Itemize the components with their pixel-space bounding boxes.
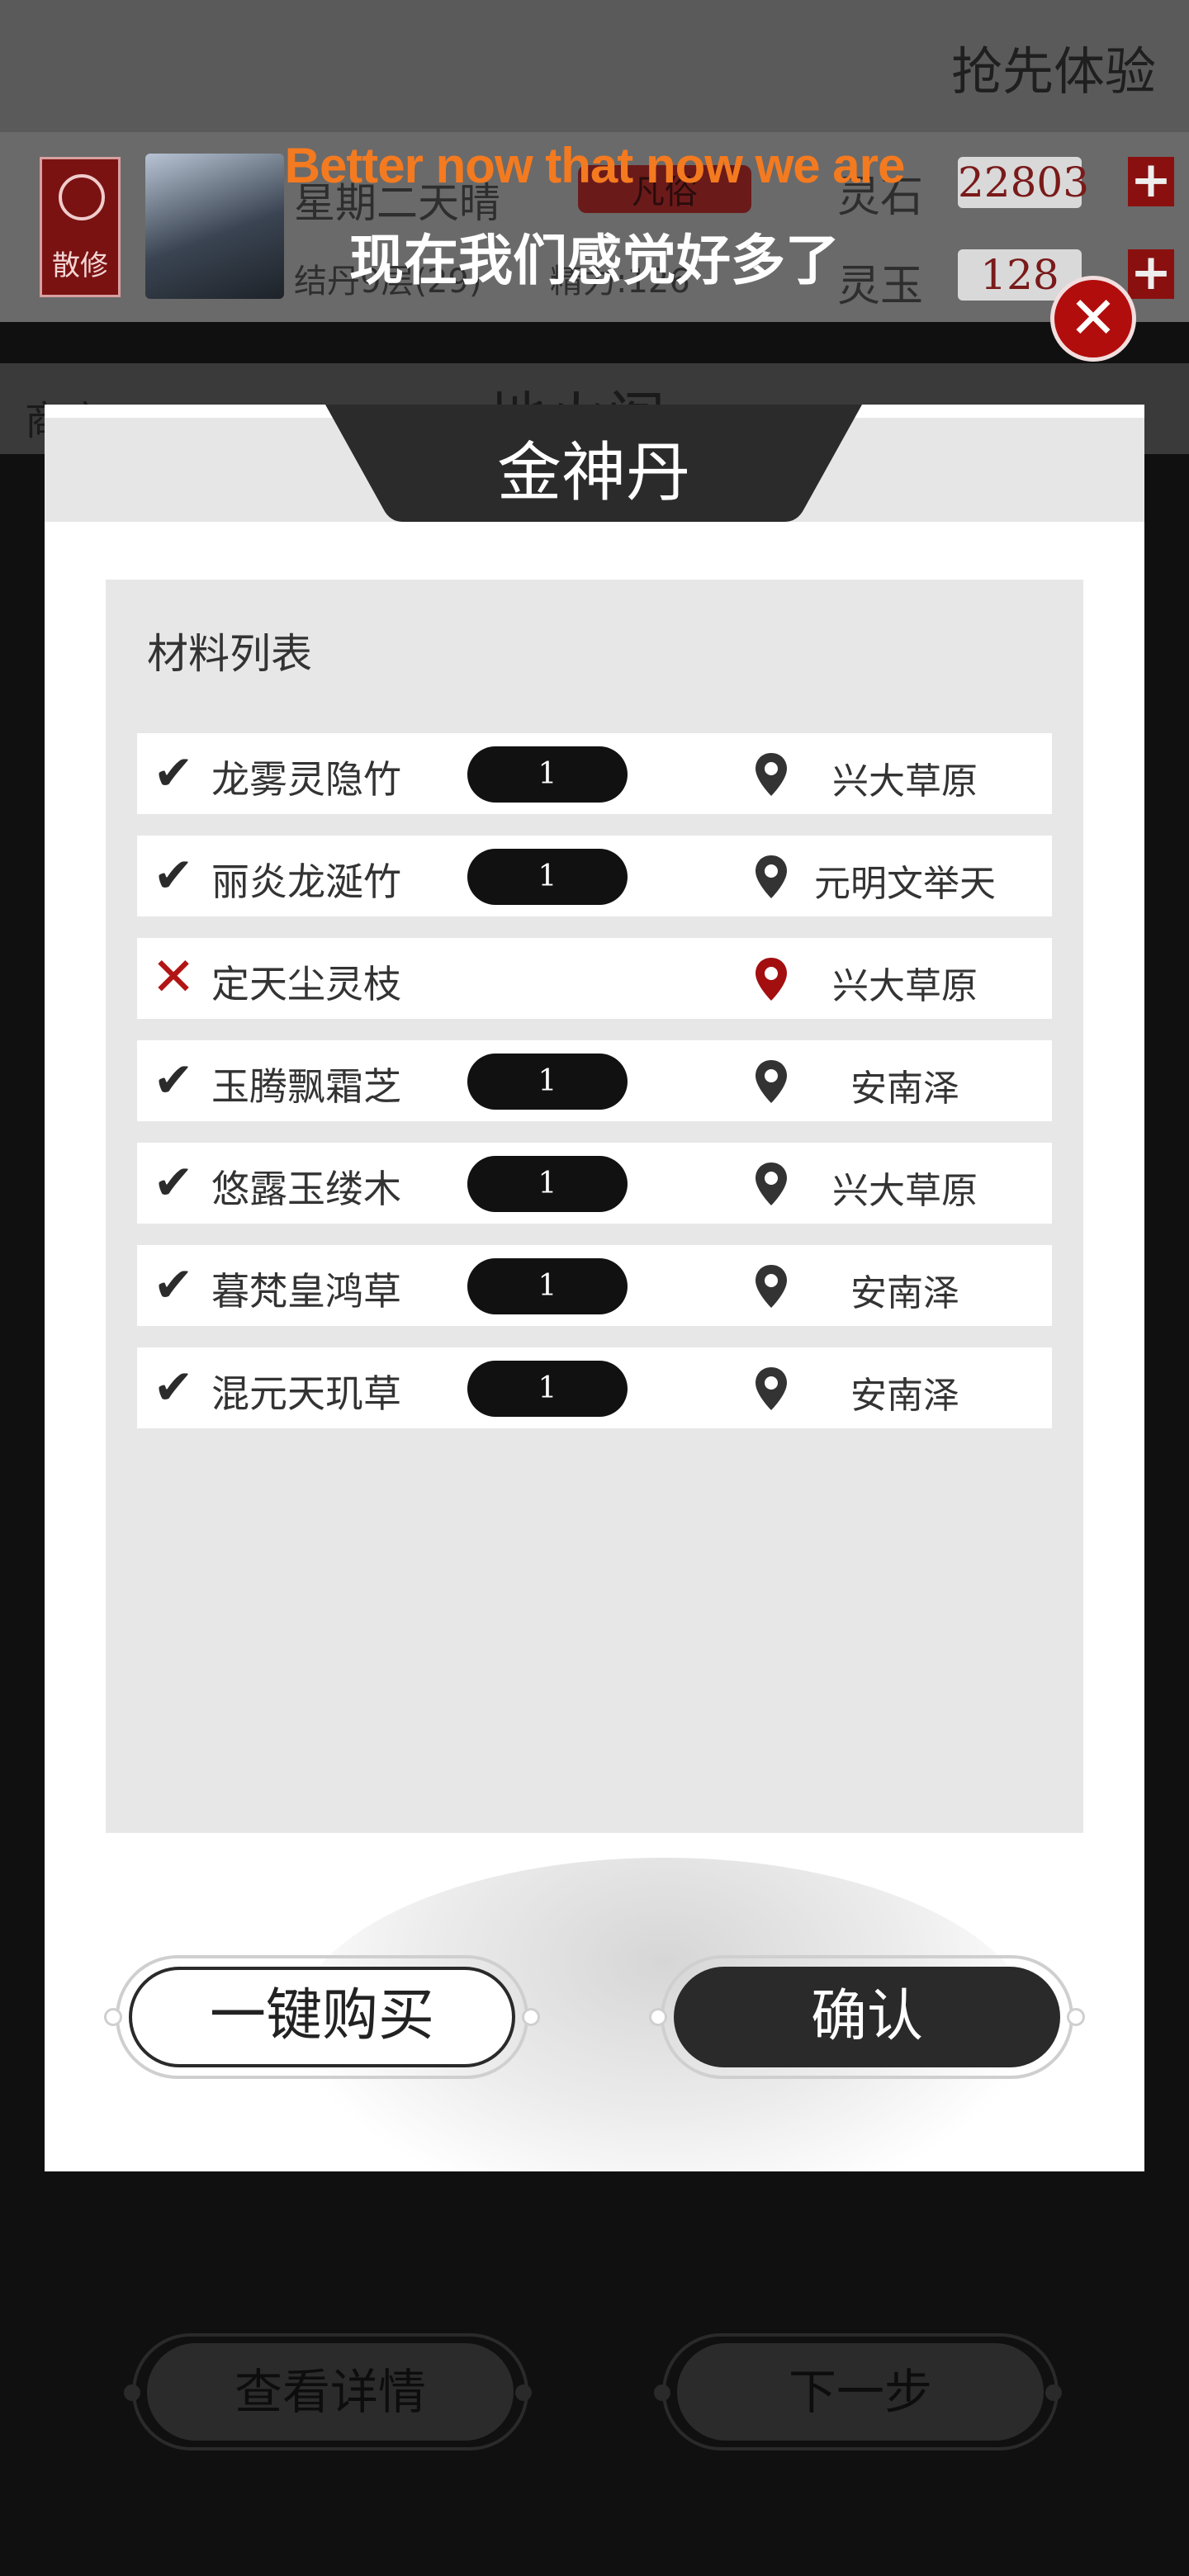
material-name: 定天尘灵枝 bbox=[211, 962, 401, 1006]
material-quantity: 1 bbox=[467, 1156, 628, 1212]
frame-ornament bbox=[654, 2384, 670, 2401]
check-icon: ✔ bbox=[153, 1257, 194, 1313]
frame-ornament bbox=[1045, 2384, 1062, 2401]
material-location[interactable]: 兴大草原 bbox=[781, 751, 1029, 804]
modal-title-tab: 金神丹 bbox=[325, 405, 862, 522]
material-quantity: 1 bbox=[467, 1361, 628, 1417]
cross-icon: ✕ bbox=[151, 947, 196, 1008]
subtitle-chinese: 现在我们感觉好多了 bbox=[349, 229, 840, 292]
material-name: 龙雾灵隐竹 bbox=[211, 757, 401, 802]
material-quantity: 1 bbox=[467, 1054, 628, 1110]
material-row[interactable]: ✔ 玉腾飘霜芝 1 安南泽 bbox=[137, 1040, 1052, 1121]
check-icon: ✔ bbox=[153, 847, 194, 903]
frame-ornament bbox=[515, 2384, 532, 2401]
material-location[interactable]: 安南泽 bbox=[781, 1058, 1029, 1111]
material-location[interactable]: 安南泽 bbox=[781, 1263, 1029, 1316]
material-row[interactable]: ✕ 定天尘灵枝 兴大草原 bbox=[137, 938, 1052, 1019]
next-step-button[interactable]: 下一步 bbox=[677, 2343, 1044, 2441]
material-row[interactable]: ✔ 混元天玑草 1 安南泽 bbox=[137, 1347, 1052, 1428]
material-row[interactable]: ✔ 暮梵皇鸿草 1 安南泽 bbox=[137, 1245, 1052, 1326]
check-icon: ✔ bbox=[153, 1359, 194, 1415]
close-dialog-button[interactable]: ✕ bbox=[1050, 276, 1136, 362]
check-icon: ✔ bbox=[153, 745, 194, 801]
material-row[interactable]: ✔ 龙雾灵隐竹 1 兴大草原 bbox=[137, 733, 1052, 814]
material-name: 混元天玑草 bbox=[211, 1371, 401, 1416]
material-location[interactable]: 兴大草原 bbox=[781, 956, 1029, 1009]
confirm-button[interactable]: 确认 bbox=[674, 1967, 1060, 2067]
frame-ornament bbox=[649, 2008, 667, 2026]
material-location[interactable]: 元明文举天 bbox=[781, 854, 1029, 907]
material-list-title: 材料列表 bbox=[147, 630, 312, 678]
material-name: 玉腾飘霜芝 bbox=[211, 1064, 401, 1109]
material-location[interactable]: 兴大草原 bbox=[781, 1161, 1029, 1214]
check-icon: ✔ bbox=[153, 1052, 194, 1108]
material-name: 丽炎龙涎竹 bbox=[211, 859, 401, 904]
material-quantity: 1 bbox=[467, 1258, 628, 1314]
subtitle-english: Better now that now we are bbox=[284, 138, 906, 193]
frame-ornament bbox=[1067, 2008, 1085, 2026]
material-quantity: 1 bbox=[467, 746, 628, 803]
material-name: 暮梵皇鸿草 bbox=[211, 1269, 401, 1314]
frame-ornament bbox=[124, 2384, 140, 2401]
material-row[interactable]: ✔ 悠露玉缕木 1 兴大草原 bbox=[137, 1143, 1052, 1224]
modal-title: 金神丹 bbox=[496, 436, 690, 510]
material-name: 悠露玉缕木 bbox=[211, 1167, 401, 1211]
buy-all-button[interactable]: 一键购买 bbox=[129, 1967, 515, 2067]
check-icon: ✔ bbox=[153, 1154, 194, 1210]
frame-ornament bbox=[522, 2008, 540, 2026]
material-location[interactable]: 安南泽 bbox=[781, 1366, 1029, 1418]
material-list-panel: 材料列表 ✔ 龙雾灵隐竹 1 兴大草原 ✔ 丽炎龙涎竹 1 元明文举天 ✕ 定天… bbox=[106, 580, 1083, 1833]
recipe-modal: 金神丹 材料列表 ✔ 龙雾灵隐竹 1 兴大草原 ✔ 丽炎龙涎竹 1 元明文举天 … bbox=[45, 405, 1144, 2171]
material-row[interactable]: ✔ 丽炎龙涎竹 1 元明文举天 bbox=[137, 836, 1052, 916]
view-details-button[interactable]: 查看详情 bbox=[147, 2343, 514, 2441]
early-access-label[interactable]: 抢先体验 bbox=[951, 30, 1156, 104]
frame-ornament bbox=[104, 2008, 122, 2026]
material-quantity: 1 bbox=[467, 849, 628, 905]
